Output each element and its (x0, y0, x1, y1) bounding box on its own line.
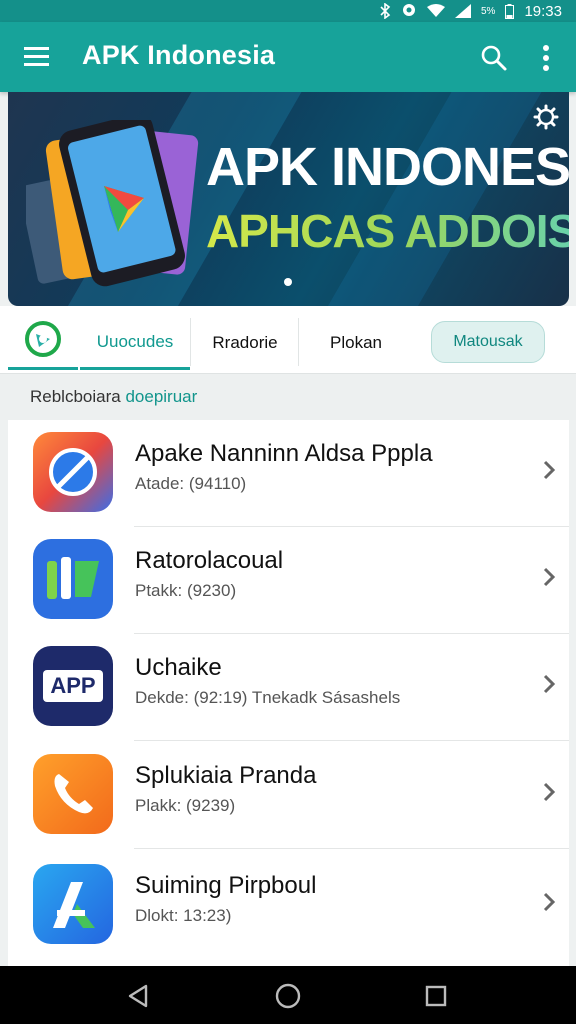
more-options-icon[interactable] (534, 42, 558, 74)
location-icon (401, 3, 417, 19)
recents-icon[interactable] (421, 981, 451, 1011)
banner-stripe (312, 92, 554, 306)
tab-label: Plokan (330, 333, 382, 352)
tab-4[interactable]: Matousak (431, 321, 545, 363)
chevron-right-icon (539, 780, 559, 804)
gear-icon[interactable] (533, 104, 559, 130)
banner-headline: APK INDONESI (206, 137, 569, 197)
letter-a-app-icon (33, 864, 113, 944)
tiles-app-icon (33, 539, 113, 619)
tab-label: Matousak (453, 333, 523, 350)
chevron-right-icon (539, 890, 559, 914)
chevron-right-icon (539, 565, 559, 589)
app-meta: Plakk: (9239) (135, 796, 236, 815)
tab-2[interactable]: Rradorie (192, 316, 298, 370)
list-item[interactable]: Suiming Pirpboul Dlokt: 13:23) (8, 852, 569, 959)
back-icon[interactable] (124, 981, 154, 1011)
status-time: 19:33 (524, 2, 562, 20)
section-title-accent: doepiruar (125, 387, 198, 406)
list-item[interactable]: APP Uchaike Dekde: (92:19) Tnekadk Sásas… (8, 634, 569, 741)
app-name: Splukiaia Pranda (135, 762, 317, 789)
tab-divider (298, 318, 299, 366)
chevron-right-icon (539, 458, 559, 482)
home-icon[interactable] (273, 981, 303, 1011)
banner-phone-illustration (19, 113, 201, 295)
app-bar: APK Indonesia (0, 22, 576, 92)
app-badge-label: APP (43, 670, 103, 702)
app-badge-icon: APP (33, 646, 113, 726)
system-nav-bar (0, 966, 576, 1024)
list-item[interactable]: Ratorolacoual Ptakk: (9230) (8, 527, 569, 634)
app-meta: Atade: (94110) (135, 474, 247, 493)
app-name: Uchaike (135, 654, 222, 681)
app-meta: Dekde: (92:19) Tnekadk Sásashels (135, 688, 401, 707)
category-tabs: Uuocudes Rradorie Plokan Matousak (0, 306, 576, 374)
app-meta: Dlokt: 13:23) (135, 906, 232, 925)
search-icon[interactable] (478, 42, 510, 74)
tab-home[interactable] (8, 316, 78, 370)
menu-icon[interactable] (22, 44, 52, 70)
tab-label: Uuocudes (96, 331, 174, 351)
app-list: Apake Nanninn Aldsa Pppla Atade: (94110)… (8, 420, 569, 966)
tab-1[interactable]: Uuocudes (80, 316, 190, 370)
banner-subline: APHCAS ADDOISIA (206, 204, 569, 258)
list-item[interactable]: Splukiaia Pranda Plakk: (9239) (8, 742, 569, 849)
tab-label: Rradorie (212, 333, 278, 352)
divider (134, 740, 569, 741)
carousel-indicator[interactable] (284, 278, 292, 286)
app-title: APK Indonesia (82, 40, 276, 70)
battery-icon (505, 3, 515, 19)
app-name: Suiming Pirpboul (135, 872, 317, 899)
section-header: Reblcboiara doepiruar (0, 374, 576, 420)
battery-label: 5% (481, 5, 496, 17)
divider (134, 848, 569, 849)
status-bar: 5% 19:33 (0, 0, 576, 22)
wifi-icon (427, 4, 445, 18)
app-name: Apake Nanninn Aldsa Pppla (135, 440, 433, 467)
app-name: Ratorolacoual (135, 547, 284, 574)
home-logo-icon (24, 320, 62, 363)
app-meta: Ptakk: (9230) (135, 581, 237, 600)
chevron-right-icon (539, 672, 559, 696)
section-title: Reblcboiara (30, 387, 126, 406)
bluetooth-icon (379, 3, 391, 19)
compass-app-icon (33, 432, 113, 512)
tab-3[interactable]: Plokan (300, 316, 412, 370)
promo-banner[interactable]: APK INDONESI APHCAS ADDOISIA (8, 92, 569, 306)
phone-app-icon (33, 754, 113, 834)
signal-icon (455, 4, 471, 18)
tab-divider (190, 318, 191, 366)
list-item[interactable]: Apake Nanninn Aldsa Pppla Atade: (94110) (8, 420, 569, 527)
